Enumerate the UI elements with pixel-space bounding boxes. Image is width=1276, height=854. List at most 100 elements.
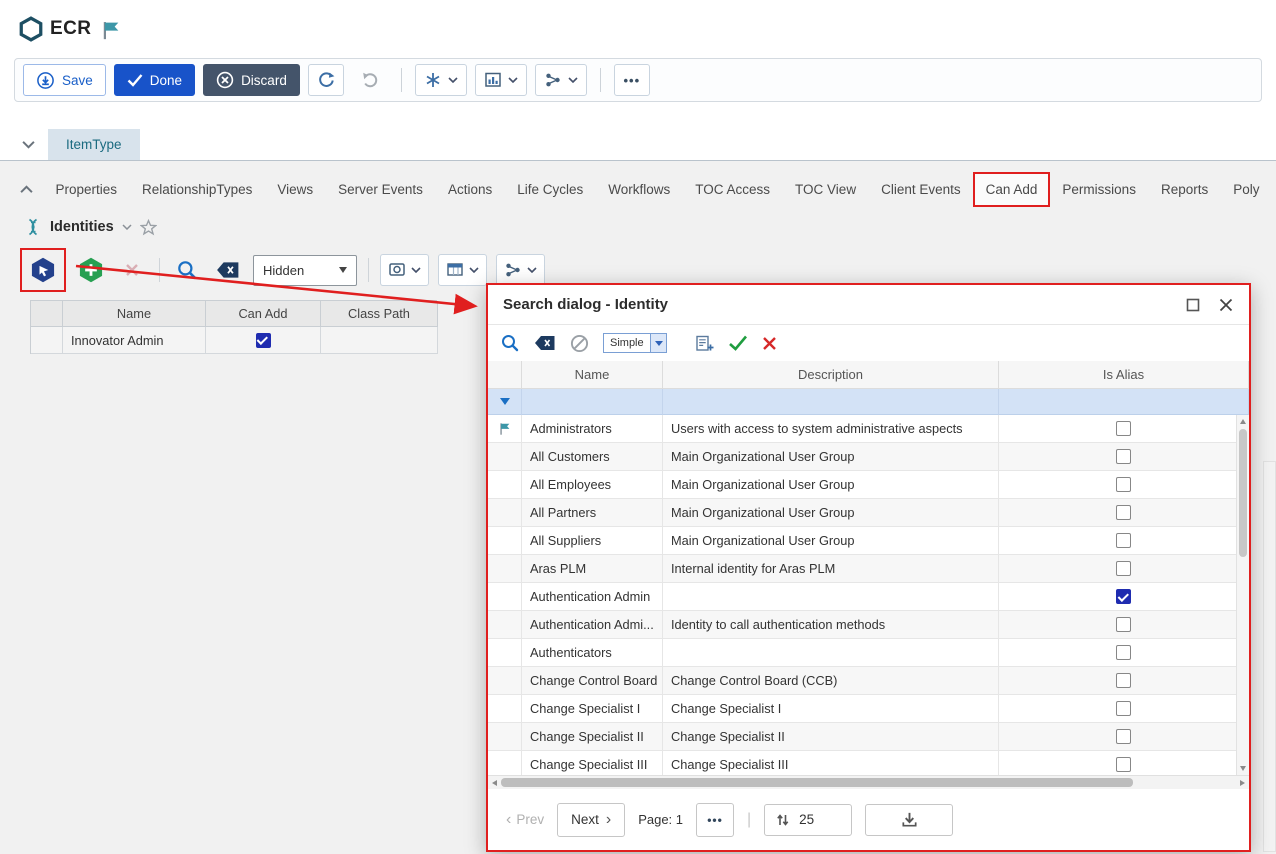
row-description-cell[interactable] [663, 639, 999, 667]
row-name-cell[interactable]: All Customers [522, 443, 663, 471]
is-alias-checkbox[interactable] [1116, 757, 1131, 772]
clear-criteria-button[interactable] [570, 334, 589, 353]
can-add-checkbox[interactable] [256, 333, 271, 348]
tab-views[interactable]: Views [265, 172, 326, 207]
actions-dropdown-button[interactable] [415, 64, 467, 96]
row-is-alias-cell[interactable] [999, 723, 1249, 751]
flag-icon[interactable] [100, 19, 122, 41]
dialog-grid-row[interactable]: Change Specialist II Change Specialist I… [488, 723, 1249, 751]
grid-columns-button[interactable] [438, 254, 487, 286]
dialog-grid-row[interactable]: Administrators Users with access to syst… [488, 415, 1249, 443]
is-alias-checkbox[interactable] [1116, 533, 1131, 548]
row-is-alias-cell[interactable] [999, 555, 1249, 583]
new-item-button[interactable] [75, 253, 107, 287]
row-is-alias-cell[interactable] [999, 751, 1249, 775]
row-is-alias-cell[interactable] [999, 443, 1249, 471]
tab-client-events[interactable]: Client Events [869, 172, 974, 207]
filter-cell-description[interactable] [663, 389, 999, 415]
dialog-grid-row[interactable]: All Customers Main Organizational User G… [488, 443, 1249, 471]
header-cell-can-add[interactable]: Can Add [206, 301, 321, 327]
display-options-button[interactable] [380, 254, 429, 286]
clear-search-button[interactable] [534, 335, 556, 351]
is-alias-checkbox[interactable] [1116, 421, 1131, 436]
dialog-grid-row[interactable]: Change Control Board Change Control Boar… [488, 667, 1249, 695]
tab-itemtype[interactable]: ItemType [48, 129, 140, 160]
row-name-cell[interactable]: Administrators [522, 415, 663, 443]
row-description-cell[interactable]: Change Control Board (CCB) [663, 667, 999, 695]
tab-poly[interactable]: Poly [1221, 172, 1272, 207]
more-actions-button[interactable]: ••• [614, 64, 650, 96]
row-description-cell[interactable]: Main Organizational User Group [663, 471, 999, 499]
is-alias-checkbox[interactable] [1116, 645, 1131, 660]
tab-workflows[interactable]: Workflows [596, 172, 683, 207]
dialog-grid-row[interactable]: All Employees Main Organizational User G… [488, 471, 1249, 499]
run-search-button[interactable] [171, 253, 203, 287]
row-is-alias-cell[interactable] [999, 611, 1249, 639]
dialog-grid-row[interactable]: Authentication Admi... Identity to call … [488, 611, 1249, 639]
row-can-add-cell[interactable] [206, 327, 321, 354]
is-alias-checkbox[interactable] [1116, 561, 1131, 576]
header-cell-icon[interactable] [31, 301, 63, 327]
search-mode-select[interactable]: Simple [603, 333, 667, 353]
row-class-path-cell[interactable] [321, 327, 438, 354]
row-description-cell[interactable]: Change Specialist III [663, 751, 999, 775]
share-dropdown-button[interactable] [535, 64, 587, 96]
row-name-cell[interactable]: Change Control Board [522, 667, 663, 695]
cancel-selection-button[interactable] [762, 336, 777, 351]
row-description-cell[interactable]: Main Organizational User Group [663, 499, 999, 527]
row-name-cell[interactable]: Authentication Admin [522, 583, 663, 611]
is-alias-checkbox[interactable] [1116, 449, 1131, 464]
row-name-cell[interactable]: Change Specialist II [522, 723, 663, 751]
is-alias-checkbox[interactable] [1116, 729, 1131, 744]
is-alias-checkbox[interactable] [1116, 589, 1131, 604]
row-name-cell[interactable]: Authenticators [522, 639, 663, 667]
row-is-alias-cell[interactable] [999, 695, 1249, 723]
row-is-alias-cell[interactable] [999, 471, 1249, 499]
next-page-button[interactable]: Next › [557, 803, 625, 837]
favorite-star-icon[interactable] [140, 219, 157, 236]
reports-dropdown-button[interactable] [475, 64, 527, 96]
page-vertical-scrollbar[interactable] [1263, 461, 1276, 852]
share-grid-button[interactable] [496, 254, 545, 286]
run-search-button[interactable] [500, 333, 520, 353]
scroll-left-arrow-icon[interactable] [492, 780, 497, 786]
tab-life-cycles[interactable]: Life Cycles [505, 172, 596, 207]
row-description-cell[interactable]: Internal identity for Aras PLM [663, 555, 999, 583]
dialog-grid-row[interactable]: All Suppliers Main Organizational User G… [488, 527, 1249, 555]
header-cell-class-path[interactable]: Class Path [321, 301, 438, 327]
row-is-alias-cell[interactable] [999, 639, 1249, 667]
row-is-alias-cell[interactable] [999, 667, 1249, 695]
close-button[interactable] [1218, 297, 1234, 313]
row-is-alias-cell[interactable] [999, 583, 1249, 611]
dialog-vertical-scrollbar[interactable] [1236, 415, 1249, 775]
dialog-grid-row[interactable]: Change Specialist III Change Specialist … [488, 751, 1249, 775]
header-cell-name[interactable]: Name [522, 361, 663, 389]
row-name-cell[interactable]: All Suppliers [522, 527, 663, 555]
header-cell-icon[interactable] [488, 361, 522, 389]
collapse-chevron-icon[interactable] [22, 140, 35, 149]
tab-reports[interactable]: Reports [1148, 172, 1220, 207]
row-description-cell[interactable]: Change Specialist II [663, 723, 999, 751]
dialog-grid-row[interactable]: Aras PLM Internal identity for Aras PLM [488, 555, 1249, 583]
maximize-button[interactable] [1186, 298, 1200, 312]
row-name-cell[interactable]: All Employees [522, 471, 663, 499]
save-button[interactable]: Save [23, 64, 106, 96]
refresh-button[interactable] [308, 64, 344, 96]
row-name-cell[interactable]: Authentication Admi... [522, 611, 663, 639]
is-alias-checkbox[interactable] [1116, 617, 1131, 632]
scroll-up-arrow-icon[interactable] [1240, 419, 1246, 424]
tab-toc-access[interactable]: TOC Access [683, 172, 783, 207]
is-alias-checkbox[interactable] [1116, 477, 1131, 492]
row-description-cell[interactable]: Main Organizational User Group [663, 527, 999, 555]
row-name-cell[interactable]: All Partners [522, 499, 663, 527]
is-alias-checkbox[interactable] [1116, 505, 1131, 520]
tab-toc-view[interactable]: TOC View [783, 172, 869, 207]
dialog-grid-row[interactable]: Change Specialist I Change Specialist I [488, 695, 1249, 723]
row-name-cell[interactable]: Innovator Admin [63, 327, 206, 354]
header-cell-is-alias[interactable]: Is Alias [999, 361, 1249, 389]
row-name-cell[interactable]: Aras PLM [522, 555, 663, 583]
tab-properties[interactable]: Properties [43, 172, 130, 207]
export-download-button[interactable] [865, 804, 953, 836]
discard-button[interactable]: Discard [203, 64, 300, 96]
scrollbar-thumb[interactable] [1239, 429, 1247, 557]
